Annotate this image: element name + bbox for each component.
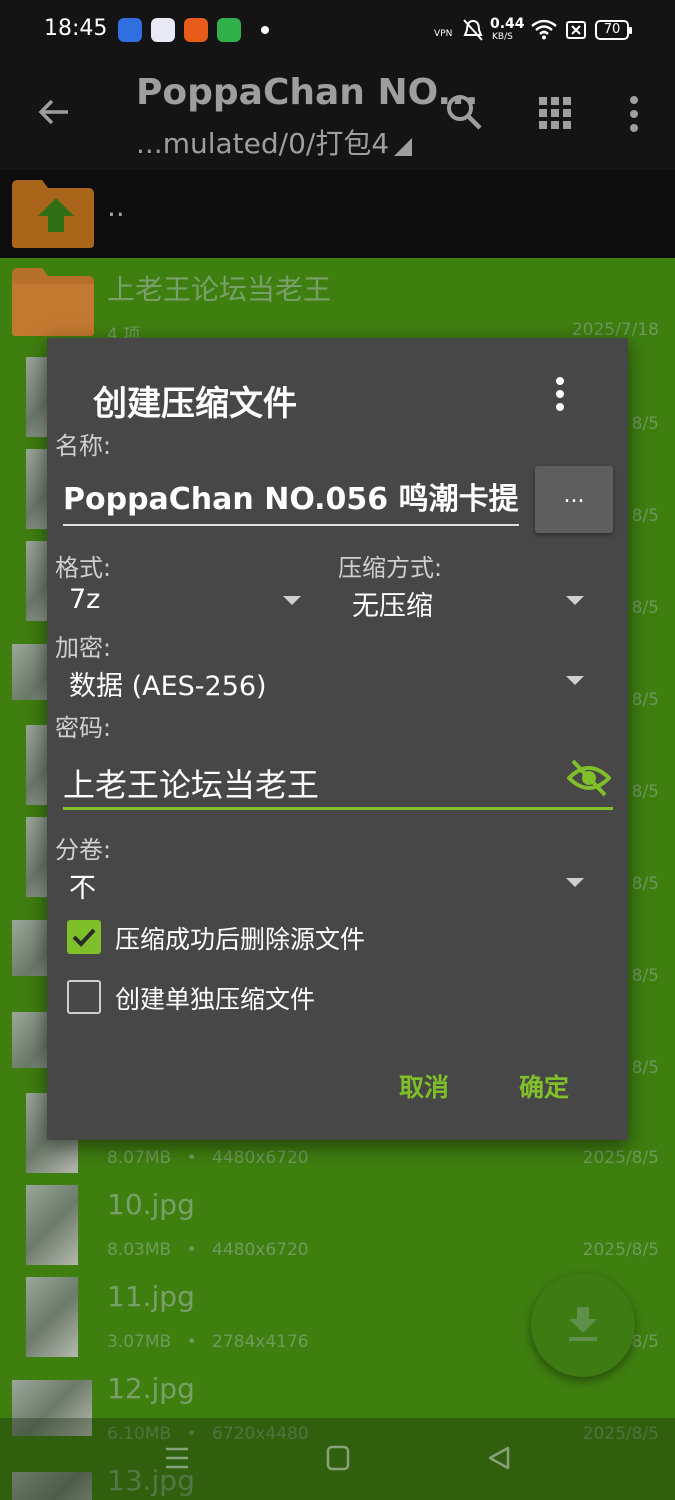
more-notifications-dot	[261, 26, 269, 34]
image-thumbnail	[26, 1277, 78, 1357]
mute-icon	[463, 19, 483, 41]
recents-icon[interactable]	[164, 1445, 190, 1471]
file-name: 11.jpg	[107, 1280, 195, 1313]
file-date: 8/5	[631, 1332, 659, 1352]
image-thumbnail	[26, 1185, 78, 1265]
file-date: 8/5	[631, 506, 659, 526]
overflow-menu-icon[interactable]	[622, 94, 646, 134]
compression-select[interactable]: 无压缩	[352, 584, 433, 624]
file-date: 2025/8/5	[582, 1240, 659, 1260]
split-label: 分卷:	[55, 836, 112, 864]
format-label: 格式:	[55, 554, 112, 582]
delete-source-checkbox[interactable]	[67, 920, 101, 954]
chevron-down-icon[interactable]	[566, 676, 584, 685]
status-time: 18:45	[44, 16, 108, 41]
net-speed-unit: KB/S	[492, 32, 513, 42]
folder-icon	[12, 268, 94, 336]
file-name: 10.jpg	[107, 1188, 195, 1221]
path-dropdown-icon[interactable]	[394, 138, 412, 156]
file-date: 8/5	[631, 1058, 659, 1078]
back-nav-icon[interactable]	[486, 1445, 512, 1471]
app-notification-icon	[151, 18, 175, 42]
archive-title: PoppaChan NO...	[136, 72, 479, 113]
file-size: 8.07MB	[107, 1148, 172, 1168]
browse-button[interactable]: ...	[535, 466, 613, 533]
encryption-select[interactable]: 数据 (AES-256)	[69, 664, 267, 704]
wifi-icon	[531, 19, 557, 40]
create-archive-dialog: 创建压缩文件 名称: PoppaChan NO.056 鸣潮卡提西 ... 格式…	[47, 338, 628, 1140]
encryption-label: 加密:	[55, 634, 112, 662]
password-value: 上老王论坛当老王	[63, 766, 320, 804]
folder-up-icon	[12, 180, 94, 248]
split-select[interactable]: 不	[69, 866, 96, 906]
delete-source-label[interactable]: 压缩成功后删除源文件	[115, 920, 365, 956]
dialog-menu-icon[interactable]	[553, 376, 567, 412]
folder-date: 2025/7/18	[571, 320, 659, 340]
file-date: 8/5	[631, 690, 659, 710]
app-bar: PoppaChan NO... ...mulated/0/打包4	[0, 62, 675, 170]
current-path[interactable]: ...mulated/0/打包4	[136, 122, 389, 162]
system-nav-bar	[0, 1418, 675, 1500]
separator-dot: •	[186, 1332, 197, 1352]
sim-icon	[566, 21, 586, 39]
file-date: 8/5	[631, 874, 659, 894]
file-meta: 8.07MB • 4480x6720	[107, 1148, 309, 1168]
vpn-icon: VPN	[434, 29, 453, 39]
file-date: 8/5	[631, 966, 659, 986]
password-input[interactable]: 上老王论坛当老王	[63, 754, 613, 810]
search-icon[interactable]	[444, 92, 484, 132]
dialog-title: 创建压缩文件	[93, 384, 297, 424]
visibility-off-icon[interactable]	[567, 758, 611, 798]
app-notification-icon	[217, 18, 241, 42]
app-notification-icon	[184, 18, 208, 42]
parent-folder-row[interactable]: ..	[0, 170, 675, 256]
file-meta: 3.07MB • 2784x4176	[107, 1332, 309, 1352]
name-label: 名称:	[55, 432, 112, 460]
file-date: 8/5	[631, 598, 659, 618]
list-item[interactable]: 上老王论坛当老王 4 项 2025/7/18	[0, 258, 675, 350]
grid-view-icon[interactable]	[538, 96, 572, 130]
password-label: 密码:	[55, 714, 112, 742]
compression-label: 压缩方式:	[338, 554, 443, 582]
file-dims: 4480x6720	[212, 1148, 309, 1168]
file-date: 8/5	[631, 782, 659, 802]
app-notification-icon	[118, 18, 142, 42]
list-item[interactable]: 10.jpg 8.03MB • 4480x6720 2025/8/5	[0, 1178, 675, 1270]
home-icon[interactable]	[326, 1445, 350, 1471]
file-size: 8.03MB	[107, 1240, 172, 1260]
extract-fab-button[interactable]	[531, 1273, 635, 1377]
separate-archives-checkbox[interactable]	[67, 980, 101, 1014]
chevron-down-icon[interactable]	[283, 596, 301, 605]
format-select[interactable]: 7z	[69, 584, 100, 624]
file-dims: 2784x4176	[212, 1332, 309, 1352]
chevron-down-icon[interactable]	[566, 596, 584, 605]
file-date: 8/5	[631, 414, 659, 434]
check-icon	[72, 928, 96, 947]
file-name: 12.jpg	[107, 1372, 195, 1405]
file-dims: 4480x6720	[212, 1240, 309, 1260]
archive-name-input[interactable]: PoppaChan NO.056 鸣潮卡提西	[63, 478, 519, 526]
folder-name: 上老王论坛当老王	[107, 273, 332, 306]
ok-button[interactable]: 确定	[519, 1068, 569, 1104]
separate-archives-label[interactable]: 创建单独压缩文件	[115, 980, 315, 1016]
file-date: 2025/8/5	[582, 1148, 659, 1168]
chevron-down-icon[interactable]	[566, 878, 584, 887]
separator-dot: •	[186, 1148, 197, 1168]
file-meta: 8.03MB • 4480x6720	[107, 1240, 309, 1260]
cancel-button[interactable]: 取消	[399, 1068, 449, 1104]
net-speed-value: 0.44	[490, 16, 525, 32]
download-icon	[569, 1307, 597, 1341]
back-arrow-icon[interactable]	[34, 92, 74, 132]
battery-indicator: 70	[595, 20, 632, 40]
parent-folder-label: ..	[107, 190, 125, 223]
status-bar: 18:45 VPN 0.44 KB/S 70	[0, 0, 675, 62]
separator-dot: •	[186, 1240, 197, 1260]
file-size: 3.07MB	[107, 1332, 172, 1352]
